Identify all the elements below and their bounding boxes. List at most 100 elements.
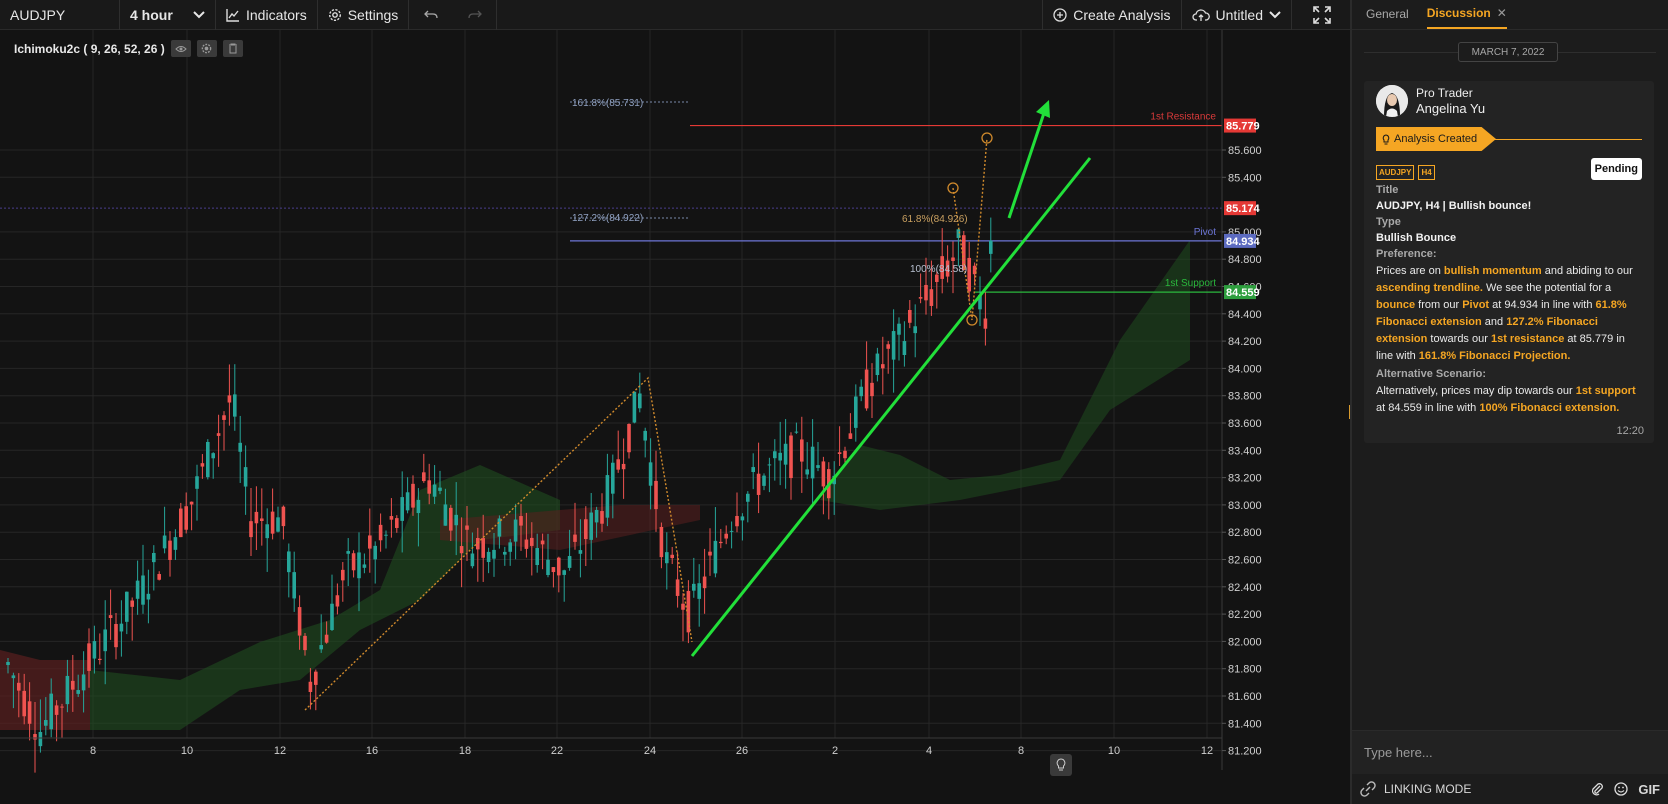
- candle-body: [665, 552, 669, 564]
- candle-body: [389, 516, 394, 520]
- candle-body: [351, 553, 356, 571]
- candle-body: [357, 552, 361, 579]
- message-placeholder: Type here...: [1364, 745, 1433, 760]
- interval-label: 4 hour: [130, 6, 173, 23]
- price-badge-label: 84.559: [1226, 287, 1260, 299]
- date-tick-label: 8: [1018, 745, 1024, 757]
- candle-body: [697, 583, 701, 599]
- date-tick-label: 16: [366, 745, 378, 757]
- author-name[interactable]: Angelina Yu: [1416, 101, 1485, 116]
- title-label: Title: [1376, 184, 1399, 196]
- date-tick-label: 10: [181, 745, 193, 757]
- candle-body: [675, 579, 680, 596]
- price-chart[interactable]: 1st Resistance Pivot 1st Support 161.8%(85…: [0, 30, 1350, 804]
- bottom-bar: LINKING MODE GIF: [1352, 774, 1668, 804]
- symbol-selector[interactable]: AUDJPY: [0, 0, 120, 30]
- candle-body: [432, 484, 437, 497]
- candle-body: [983, 318, 988, 329]
- layout-selector[interactable]: Untitled: [1182, 0, 1292, 30]
- candle-body: [886, 344, 890, 349]
- link-icon[interactable]: [1360, 781, 1376, 797]
- candle-body: [708, 551, 712, 556]
- candle-body: [206, 441, 210, 478]
- ascending-trendline: [690, 157, 1092, 657]
- candle-body: [33, 734, 37, 740]
- remove-indicator-button[interactable]: [222, 40, 243, 57]
- tab-discussion[interactable]: Discussion ✕: [1426, 0, 1507, 29]
- author-role: Pro Trader: [1416, 86, 1473, 100]
- candle-body: [135, 580, 140, 599]
- drawings[interactable]: 161.8%(85.731) 127.2%(84.922) 61.8%(84.926…: [304, 98, 1092, 711]
- price-axis[interactable]: 85.60085.40085.00084.80084.60084.40084.2…: [1221, 30, 1350, 770]
- chart-area[interactable]: 1st Resistance Pivot 1st Support 161.8%(85…: [0, 30, 1352, 804]
- attach-icon[interactable]: [1590, 782, 1604, 796]
- fullscreen-button[interactable]: [1292, 0, 1352, 30]
- date-tick-label: 18: [459, 745, 471, 757]
- author-info: Pro Trader Angelina Yu: [1416, 86, 1485, 116]
- candle-body: [141, 575, 145, 605]
- price-tick-label: 82.000: [1228, 636, 1262, 648]
- candle-body: [384, 534, 388, 536]
- create-analysis-button[interactable]: Create Analysis: [1042, 0, 1182, 30]
- candle-body: [702, 576, 707, 589]
- candle-body: [459, 546, 464, 554]
- indicators-button[interactable]: Indicators: [216, 0, 318, 30]
- cloud-green: [820, 240, 1190, 510]
- fullscreen-icon: [1312, 5, 1331, 24]
- price-tick-label: 85.600: [1228, 145, 1262, 157]
- candle-body: [821, 461, 826, 487]
- candle-body: [173, 537, 178, 550]
- indicator-settings-button[interactable]: [196, 40, 217, 57]
- gif-button[interactable]: GIF: [1638, 782, 1660, 797]
- candle-body: [44, 720, 48, 726]
- price-tick-label: 84.200: [1228, 336, 1262, 348]
- candle-body: [87, 643, 91, 671]
- settings-button[interactable]: Settings: [318, 0, 410, 30]
- candle-body: [373, 545, 377, 560]
- emoji-icon[interactable]: [1614, 782, 1628, 796]
- preference-label: Preference:: [1376, 248, 1437, 260]
- price-tick-label: 81.800: [1228, 664, 1262, 676]
- interval-selector[interactable]: 4 hour: [120, 0, 216, 30]
- message-input[interactable]: Type here...: [1352, 730, 1668, 774]
- linking-mode-label[interactable]: LINKING MODE: [1384, 782, 1471, 796]
- visibility-toggle[interactable]: [170, 40, 191, 57]
- candle-body: [335, 595, 340, 607]
- candle-body: [395, 518, 399, 528]
- candle-body: [168, 540, 172, 560]
- candle-body: [535, 548, 539, 566]
- candle-body: [837, 452, 842, 454]
- author-row: Pro Trader Angelina Yu: [1376, 81, 1642, 121]
- idea-button[interactable]: [1050, 754, 1072, 776]
- title-value: AUDJPY, H4 | Bullish bounce!: [1376, 200, 1532, 212]
- candle-body: [346, 551, 350, 554]
- candle-body: [746, 493, 750, 502]
- candle-body: [713, 540, 718, 574]
- tab-general-label: General: [1366, 7, 1409, 21]
- chevron-down-icon: [1269, 10, 1281, 18]
- message-time: 12:20: [1616, 425, 1644, 437]
- date-axis[interactable]: 8 10 12 16 18 22 24 26 2 4 8 10 12: [0, 737, 1222, 757]
- undo-icon: [424, 10, 438, 18]
- support-label: 1st Support: [1165, 278, 1216, 289]
- avatar[interactable]: [1376, 85, 1408, 117]
- candle-body: [162, 535, 167, 549]
- candle-body: [71, 680, 75, 690]
- candle-body: [805, 469, 809, 475]
- candle-body: [449, 507, 453, 531]
- date-tick-label: 12: [1201, 745, 1213, 757]
- price-tick-label: 83.200: [1228, 473, 1262, 485]
- close-tab-icon[interactable]: ✕: [1497, 6, 1507, 20]
- pending-badge[interactable]: Pending: [1590, 158, 1642, 180]
- candle-body: [659, 526, 664, 558]
- price-tick-label: 83.600: [1228, 418, 1262, 430]
- status-row: Analysis Created: [1376, 127, 1642, 151]
- candle-body: [49, 693, 53, 730]
- candle-body: [530, 537, 534, 546]
- redo-button[interactable]: [453, 0, 498, 30]
- tab-general[interactable]: General: [1366, 0, 1409, 29]
- undo-button[interactable]: [409, 0, 453, 30]
- candle-body: [152, 552, 156, 563]
- candle-body: [740, 516, 745, 521]
- candle-body: [578, 550, 583, 554]
